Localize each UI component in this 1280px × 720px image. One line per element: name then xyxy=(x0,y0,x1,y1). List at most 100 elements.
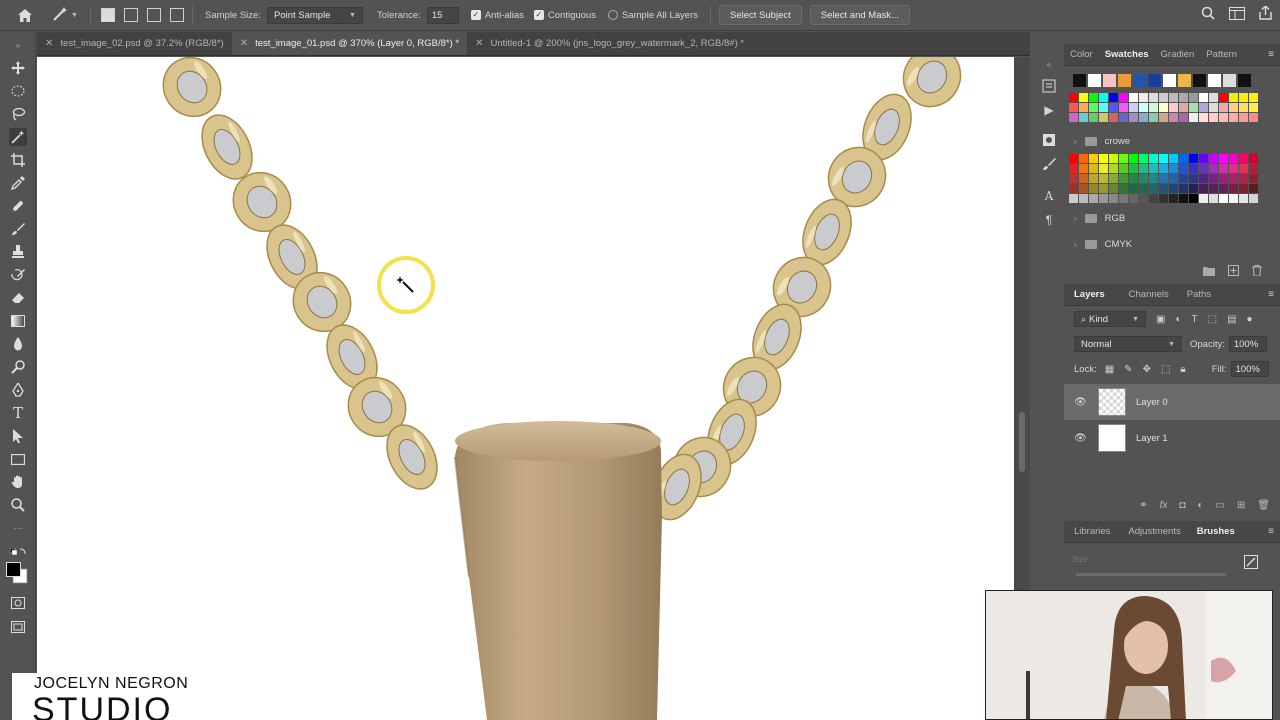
color-swatch[interactable] xyxy=(1209,164,1218,173)
color-swatch[interactable] xyxy=(1139,93,1148,102)
color-swatch[interactable] xyxy=(1129,154,1138,163)
swatch-folder-cmyk[interactable]: › CMYK xyxy=(1064,231,1280,257)
color-swatch[interactable] xyxy=(1163,74,1176,87)
brush-settings-icon[interactable] xyxy=(1041,156,1057,172)
color-swatch[interactable] xyxy=(1109,174,1118,183)
color-swatch[interactable] xyxy=(1149,93,1158,102)
color-swatch[interactable] xyxy=(1159,194,1168,203)
color-swatch[interactable] xyxy=(1199,174,1208,183)
color-swatch[interactable] xyxy=(1209,93,1218,102)
color-swatch[interactable] xyxy=(1189,184,1198,193)
color-swatch[interactable] xyxy=(1208,74,1221,87)
properties-icon[interactable] xyxy=(1041,132,1057,148)
color-swatch[interactable] xyxy=(1229,103,1238,112)
color-swatch[interactable] xyxy=(1193,74,1206,87)
color-swatch[interactable] xyxy=(1148,74,1161,87)
color-swatch[interactable] xyxy=(1239,194,1248,203)
tab-color[interactable]: Color xyxy=(1064,49,1099,60)
tab-gradients[interactable]: Gradien xyxy=(1155,49,1201,60)
color-swatch[interactable] xyxy=(1238,74,1251,87)
color-swatch[interactable] xyxy=(1099,174,1108,183)
color-swatch[interactable] xyxy=(1109,93,1118,102)
color-swatch[interactable] xyxy=(1229,113,1238,122)
panel-menu-icon[interactable]: ≡ xyxy=(1268,526,1274,537)
color-swatch[interactable] xyxy=(1069,93,1078,102)
color-swatch[interactable] xyxy=(1149,174,1158,183)
intersect-selection-icon[interactable] xyxy=(170,8,184,22)
color-swatch[interactable] xyxy=(1239,103,1248,112)
color-swatch[interactable] xyxy=(1199,113,1208,122)
color-swatch[interactable] xyxy=(1089,184,1098,193)
new-group-icon[interactable] xyxy=(1203,263,1215,281)
color-swatch[interactable] xyxy=(1088,74,1101,87)
color-swatch[interactable] xyxy=(1139,194,1148,203)
color-swatch[interactable] xyxy=(1249,93,1258,102)
color-swatch[interactable] xyxy=(1169,164,1178,173)
color-swatch[interactable] xyxy=(1179,184,1188,193)
pen-tool-icon[interactable] xyxy=(9,381,27,399)
color-swatch[interactable] xyxy=(1178,74,1191,87)
visibility-eye-icon[interactable]: 👁︎ xyxy=(1074,397,1087,408)
color-swatch[interactable] xyxy=(1139,154,1148,163)
healing-brush-tool-icon[interactable] xyxy=(9,197,27,215)
color-swatch[interactable] xyxy=(1129,164,1138,173)
new-selection-icon[interactable] xyxy=(101,8,115,22)
color-swatch[interactable] xyxy=(1219,103,1228,112)
tab-untitled-1[interactable]: ✕ Untitled-1 @ 200% (jns_logo_grey_water… xyxy=(467,32,752,55)
color-swatch[interactable] xyxy=(1209,184,1218,193)
close-icon[interactable]: ✕ xyxy=(475,38,483,49)
color-swatch[interactable] xyxy=(1069,154,1078,163)
color-swatch[interactable] xyxy=(1219,184,1228,193)
color-swatch[interactable] xyxy=(1229,194,1238,203)
new-layer-icon[interactable]: ⊞ xyxy=(1237,500,1245,511)
dodge-tool-icon[interactable] xyxy=(9,358,27,376)
color-swatch[interactable] xyxy=(1089,174,1098,183)
layer-filter-select[interactable]: ⌕ Kind ▼ xyxy=(1074,311,1146,327)
color-swatch[interactable] xyxy=(1129,93,1138,102)
color-swatch[interactable] xyxy=(1249,154,1258,163)
color-swatch[interactable] xyxy=(1069,113,1078,122)
color-swatch[interactable] xyxy=(1159,113,1168,122)
brush-size-slider[interactable] xyxy=(1076,573,1226,576)
more-tools-icon[interactable]: ··· xyxy=(9,519,27,537)
color-swatch[interactable] xyxy=(1169,93,1178,102)
contiguous-checkbox[interactable]: ✓ Contiguous xyxy=(533,10,596,21)
color-swatch[interactable] xyxy=(1129,184,1138,193)
color-swatch[interactable] xyxy=(1209,174,1218,183)
collapse-toolbar-icon[interactable]: » xyxy=(9,36,27,54)
color-swatch[interactable] xyxy=(1239,164,1248,173)
select-subject-button[interactable]: Select Subject xyxy=(719,5,802,25)
crop-tool-icon[interactable] xyxy=(9,151,27,169)
color-swatch[interactable] xyxy=(1079,194,1088,203)
color-swatch[interactable] xyxy=(1129,194,1138,203)
color-swatch[interactable] xyxy=(1199,154,1208,163)
quick-mask-icon[interactable] xyxy=(9,594,27,612)
color-swatch[interactable] xyxy=(1119,93,1128,102)
color-swatch[interactable] xyxy=(1249,113,1258,122)
color-swatch[interactable] xyxy=(1169,113,1178,122)
color-swatch[interactable] xyxy=(1239,93,1248,102)
color-swatch[interactable] xyxy=(1079,164,1088,173)
color-swatch[interactable] xyxy=(1149,164,1158,173)
color-swatch[interactable] xyxy=(1139,184,1148,193)
brush-edit-icon[interactable] xyxy=(1244,555,1258,574)
color-swatch[interactable] xyxy=(1073,74,1086,87)
history-icon[interactable] xyxy=(1041,78,1057,94)
new-group-icon[interactable]: ▭ xyxy=(1215,500,1224,511)
color-swatch[interactable] xyxy=(1079,174,1088,183)
tab-test-image-02[interactable]: ✕ test_image_02.psd @ 37.2% (RGB/8*) xyxy=(37,32,232,55)
color-swatch[interactable] xyxy=(1089,113,1098,122)
tab-adjustments[interactable]: Adjustments xyxy=(1122,526,1186,537)
color-swatch[interactable] xyxy=(1199,194,1208,203)
magic-wand-tool-icon[interactable] xyxy=(9,128,27,146)
close-icon[interactable]: ✕ xyxy=(240,38,248,49)
color-swatch[interactable] xyxy=(1199,184,1208,193)
tab-patterns[interactable]: Pattern xyxy=(1200,49,1243,60)
link-layers-icon[interactable]: ⚭ xyxy=(1139,500,1147,511)
history-brush-tool-icon[interactable] xyxy=(9,266,27,284)
color-swatch[interactable] xyxy=(1079,113,1088,122)
new-swatch-icon[interactable] xyxy=(1228,263,1239,281)
color-swatch[interactable] xyxy=(1249,194,1258,203)
color-swatch[interactable] xyxy=(1159,184,1168,193)
color-swatch[interactable] xyxy=(1119,164,1128,173)
